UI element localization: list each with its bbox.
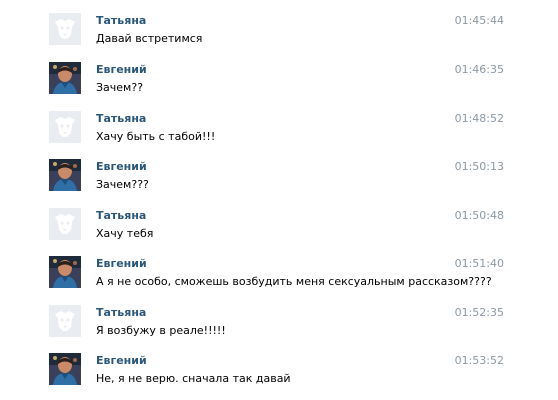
message-author[interactable]: Татьяна (96, 306, 146, 319)
avatar[interactable] (49, 62, 81, 94)
message-item: Татьяна 01:50:48 Хачу тебя (0, 197, 558, 246)
message-time: 01:53:52 (454, 354, 504, 367)
camera-placeholder-icon (49, 305, 81, 337)
message-author[interactable]: Евгений (96, 257, 147, 270)
message-item: Евгений 01:51:40 А я не особо, сможешь в… (0, 245, 558, 294)
message-text: Хачу быть с табой!!! (96, 130, 216, 143)
message-history: Татьяна 01:45:44 Давай встретимся Евгени… (0, 0, 558, 400)
avatar[interactable] (49, 208, 81, 240)
message-item: Татьяна 01:45:44 Давай встретимся (0, 2, 558, 51)
user-photo (49, 353, 81, 385)
avatar[interactable] (49, 305, 81, 337)
message-author[interactable]: Татьяна (96, 14, 146, 27)
avatar[interactable] (49, 159, 81, 191)
user-photo (49, 256, 81, 288)
avatar[interactable] (49, 111, 81, 143)
message-author[interactable]: Татьяна (96, 112, 146, 125)
message-time: 01:50:48 (454, 209, 504, 222)
avatar[interactable] (49, 353, 81, 385)
camera-placeholder-icon (49, 208, 81, 240)
camera-placeholder-icon (49, 13, 81, 45)
message-time: 01:50:13 (454, 160, 504, 173)
message-author[interactable]: Татьяна (96, 209, 146, 222)
message-item: Евгений 01:46:35 Зачем?? (0, 51, 558, 100)
message-time: 01:46:35 (454, 63, 504, 76)
message-text: Зачем??? (96, 178, 149, 191)
user-photo (49, 159, 81, 191)
message-text: Я возбужу в реале!!!!! (96, 324, 226, 337)
camera-placeholder-icon (49, 111, 81, 143)
message-text: Давай встретимся (96, 32, 203, 45)
message-text: Зачем?? (96, 81, 144, 94)
message-text: А я не особо, сможешь возбудить меня сек… (96, 275, 492, 288)
message-time: 01:52:35 (454, 306, 504, 319)
message-author[interactable]: Евгений (96, 354, 147, 367)
avatar[interactable] (49, 13, 81, 45)
message-item: Евгений 01:53:52 Не, я не верю. сначала … (0, 342, 558, 391)
message-text: Хачу тебя (96, 227, 154, 240)
message-time: 01:45:44 (454, 14, 504, 27)
message-time: 01:51:40 (454, 257, 504, 270)
message-text: Не, я не верю. сначала так давай (96, 372, 291, 385)
message-item: Евгений 01:50:13 Зачем??? (0, 148, 558, 197)
message-time: 01:48:52 (454, 112, 504, 125)
message-item: Татьяна 01:48:52 Хачу быть с табой!!! (0, 100, 558, 149)
user-photo (49, 62, 81, 94)
message-author[interactable]: Евгений (96, 160, 147, 173)
avatar[interactable] (49, 256, 81, 288)
message-author[interactable]: Евгений (96, 63, 147, 76)
message-item: Татьяна 01:52:35 Я возбужу в реале!!!!! (0, 294, 558, 343)
